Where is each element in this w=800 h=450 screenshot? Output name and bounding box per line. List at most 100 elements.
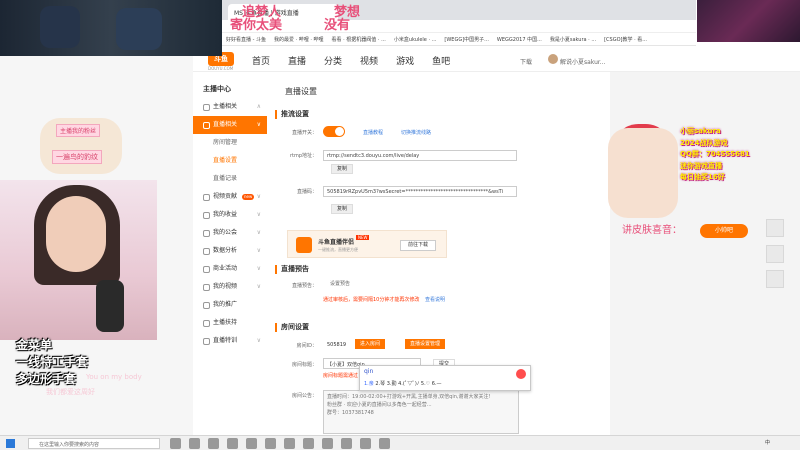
ime-candidate[interactable]: 5.♡ [421, 381, 430, 387]
sidebar-item-income[interactable]: 我的收益 ∨ [193, 206, 267, 224]
ime-candidate[interactable]: 3.勤 [387, 381, 397, 387]
enter-room-button[interactable]: 进入房间 [355, 339, 386, 349]
ime-candidate[interactable]: 4.(ﾟ▽ﾟ)ﾉ [398, 381, 419, 387]
stream-info-block: 小丽sakura 2024战队游戏 QQ群：704555681 迷你游戏直播 每… [680, 126, 800, 184]
floating-action-button[interactable]: 小帅吧 [700, 224, 748, 238]
room-manage-button[interactable]: 直播设置管理 [405, 339, 446, 349]
share-icon[interactable] [766, 270, 784, 288]
chevron-icon: ∨ [256, 211, 261, 218]
sidebar-item-my-video[interactable]: 我的视频 ∨ [193, 278, 267, 296]
edge-icon[interactable] [189, 438, 200, 449]
switch-line-link[interactable]: 切换推流线路 [401, 129, 431, 136]
steam-icon[interactable] [360, 438, 371, 449]
switch-label: 直播开关： [291, 130, 317, 136]
explorer-icon[interactable] [227, 438, 238, 449]
side-tool-button[interactable] [766, 219, 784, 237]
download-button[interactable]: 前往下载 [400, 240, 436, 251]
nav-category[interactable]: 分类 [324, 54, 342, 67]
room-id-label: 房间ID： [296, 343, 317, 349]
avatar[interactable] [548, 54, 558, 64]
notice-textarea[interactable]: 直播时间：19:00-02:00+打游戏+开黑,主播单身,双倍qin,谢谢大家关… [323, 390, 519, 434]
tutorial-link[interactable]: 直播教程 [363, 129, 383, 136]
home-icon[interactable] [766, 245, 784, 263]
sidebar-item-label: 我的公会 [213, 229, 238, 236]
sidebar-item-label: 我的收益 [213, 211, 238, 218]
sidebar-item-support[interactable]: 主播扶持 [193, 314, 267, 332]
download-link[interactable]: 下载 [520, 57, 532, 66]
nav-home[interactable]: 首页 [252, 54, 270, 67]
main-content: 直播设置 推流设置 直播开关： 直播教程 切换推流线路 rtmp地址： rtmp… [273, 80, 610, 450]
bookmark-item[interactable]: 我是小夏sakura · ... [550, 36, 596, 43]
nav-live[interactable]: 直播 [288, 54, 306, 67]
app-icon[interactable] [246, 438, 257, 449]
ime-candidate[interactable]: 2.琴 [375, 381, 385, 387]
app-icon[interactable] [341, 438, 352, 449]
stream-info-line: 小丽sakura [680, 127, 721, 135]
bookmark-item[interactable]: [CSGO]教学 · 看... [604, 36, 647, 43]
chevron-icon: ∨ [256, 265, 261, 272]
nav-game[interactable]: 游戏 [396, 54, 414, 67]
live-toggle[interactable] [323, 126, 345, 137]
anime-character-image [608, 128, 678, 218]
ime-input: qin [364, 368, 374, 375]
game-camera-overlay [0, 0, 222, 56]
caption-line: 多边形手套 [16, 372, 77, 386]
bookmark-item[interactable]: 好好看直播 - 斗鱼 [226, 36, 266, 43]
sidebar-item-analytics[interactable]: 数据分析 ∨ [193, 242, 267, 260]
preview-warning: 通过审核后，需要间隔10分钟才能再次修改 [323, 297, 420, 303]
bookmark-item[interactable]: [WEGG]中国男子... [444, 36, 489, 43]
caption-small: You on my body [86, 373, 142, 381]
sidebar-sub-live-record[interactable]: 直播记录 [193, 170, 267, 188]
room-title-label: 房间标题： [291, 362, 317, 368]
sidebar-item-label: 商业活动 [213, 265, 238, 272]
video-icon [203, 193, 210, 201]
app-icon[interactable] [303, 438, 314, 449]
task-view-icon[interactable] [170, 438, 181, 449]
user-name[interactable]: 解说小夏sakur... [560, 57, 606, 66]
app-icon[interactable] [379, 438, 390, 449]
glove-image [40, 6, 80, 48]
copy-code-button[interactable]: 复制 [331, 204, 354, 214]
sidebar-item-anchor[interactable]: 主播相关 ∧ [193, 98, 267, 116]
copy-rtmp-button[interactable]: 复制 [331, 164, 354, 174]
sidebar-item-promo[interactable]: 我的推广 [193, 296, 267, 314]
rtmp-field[interactable]: rtmp://sendtc3.douyu.com/live/delay [323, 150, 517, 161]
sidebar-item-live[interactable]: 直播相关 ∨ [193, 116, 267, 134]
sidebar-title: 主播中心 [203, 85, 231, 93]
nav-fishbar[interactable]: 鱼吧 [432, 54, 450, 67]
glove-image [116, 8, 162, 50]
anchor-sidebar: 主播中心 主播相关 ∧ 直播相关 ∨ 房间管理 直播设置 直播记录 视频贡献 new ∨… [193, 80, 267, 450]
bookmark-item[interactable]: 我的最爱 · 哔哩 · 哔哩 [274, 36, 324, 43]
taskbar-search[interactable]: 在这里输入你要搜索的内容 [28, 438, 160, 449]
chevron-icon: ∨ [256, 283, 261, 290]
live-icon [203, 121, 210, 129]
stream-info-line: QQ群：704555681 [680, 150, 750, 158]
windows-start-icon[interactable] [6, 439, 15, 448]
sidebar-item-guild[interactable]: 我的公会 ∨ [193, 224, 267, 242]
app-icon[interactable] [322, 438, 333, 449]
chrome-icon[interactable] [208, 438, 219, 449]
address-bar[interactable] [222, 20, 696, 33]
bookmark-item[interactable]: 小米盒ukulele · ... [394, 36, 437, 43]
sidebar-sub-live-settings[interactable]: 直播设置 [193, 152, 267, 170]
set-preview-button[interactable]: 设置预告 [325, 280, 356, 290]
view-rules-link[interactable]: 查看说明 [425, 296, 445, 303]
system-tray[interactable]: 中 [765, 439, 770, 446]
caption-small: 我们都爱这周好 [46, 388, 95, 396]
ime-candidate[interactable]: 6.— [432, 381, 442, 387]
bookmark-item[interactable]: WEGG2017 中国... [497, 36, 542, 43]
douyu-icon[interactable] [284, 438, 295, 449]
sidebar-sub-room[interactable]: 房间管理 [193, 134, 267, 152]
sidebar-item-training[interactable]: 直播特训 ∨ [193, 332, 267, 350]
bookmark-item[interactable]: 看看 · 根据机器阀值 · ... [332, 36, 386, 43]
promo-card: 斗鱼直播伴侣 NEW 一键推流，直播更方便 前往下载 [287, 230, 447, 258]
stream-code-field[interactable]: 505819rRZpvU5m3?wsSecret=***************… [323, 186, 517, 197]
app-icon[interactable] [265, 438, 276, 449]
notice-label: 房间公告： [291, 393, 317, 399]
nav-video[interactable]: 视频 [360, 54, 378, 67]
sidebar-item-business[interactable]: 商业活动 ∨ [193, 260, 267, 278]
overlay-text: 寄你太美 [230, 18, 283, 33]
mascot-badge-title: 主播我的粉丝 [56, 124, 101, 137]
sidebar-item-video[interactable]: 视频贡献 new ∨ [193, 188, 267, 206]
ime-candidate[interactable]: 1.亲 [364, 381, 374, 387]
